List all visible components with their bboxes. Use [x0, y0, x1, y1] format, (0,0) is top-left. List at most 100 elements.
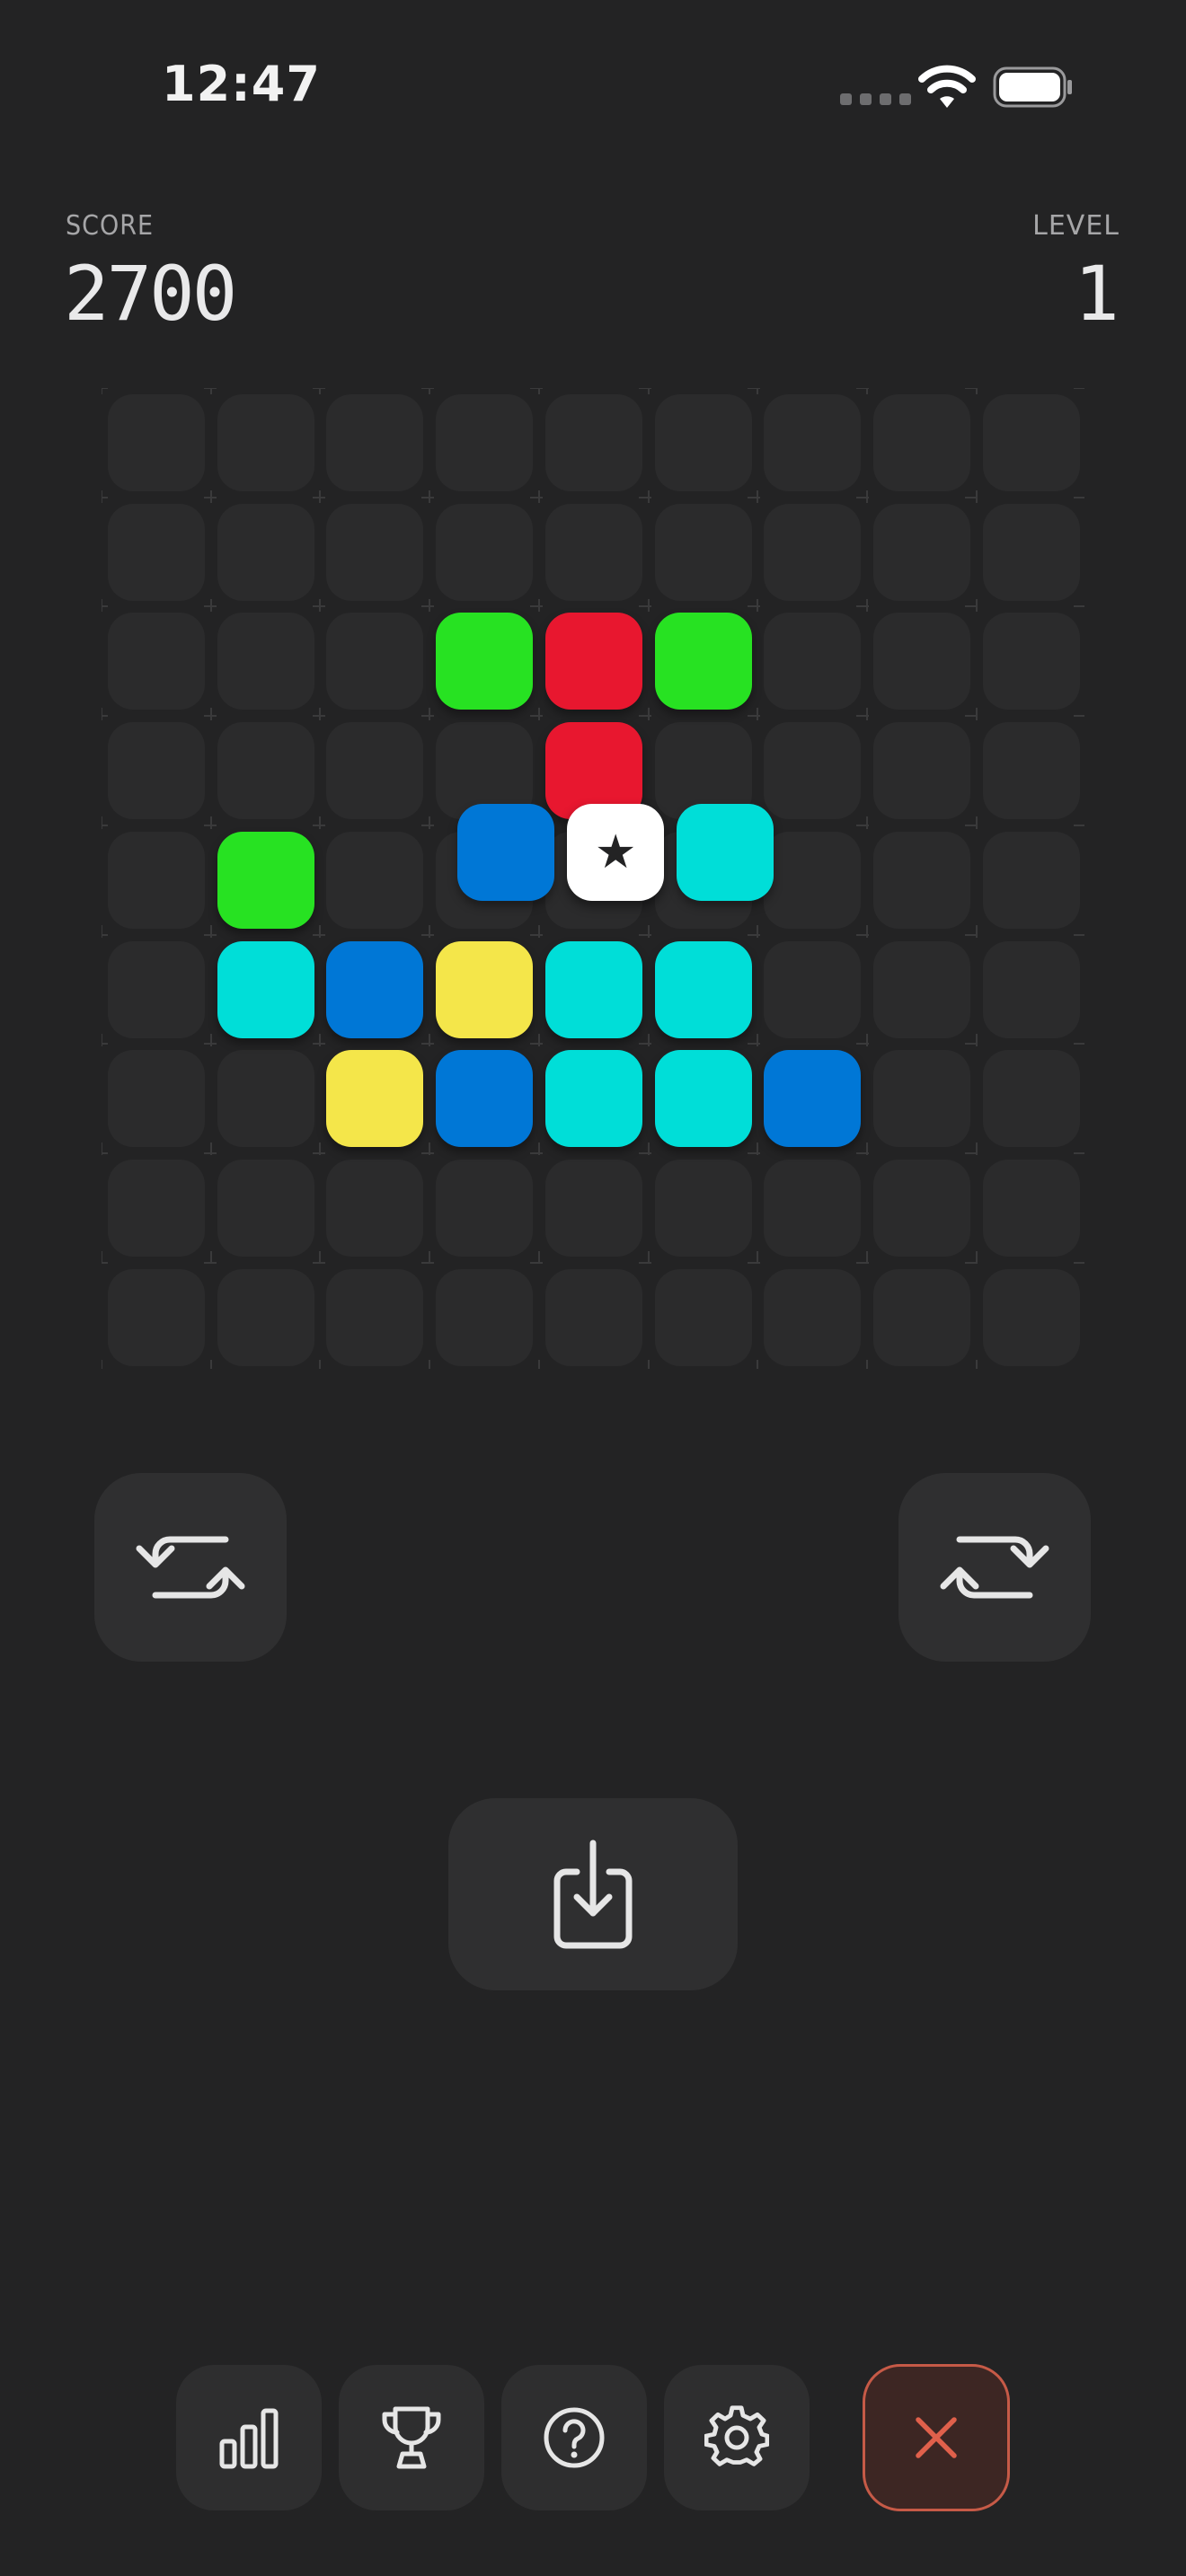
status-bar: 12:47 — [0, 0, 1186, 171]
stats-button[interactable] — [176, 2365, 322, 2510]
tile-blue — [326, 940, 424, 1038]
tile-yellow — [326, 1050, 424, 1148]
board-cell — [326, 613, 424, 710]
board-cell — [872, 503, 970, 601]
board-cell — [217, 503, 314, 601]
board-cell — [764, 613, 862, 710]
gear-icon — [704, 2405, 769, 2466]
tile-blue — [764, 1050, 862, 1148]
tile-blue — [436, 1050, 534, 1148]
board-cell — [982, 831, 1080, 929]
rotate-counterclockwise-icon — [136, 1536, 245, 1599]
board-cell — [872, 722, 970, 820]
board-cell — [108, 940, 205, 1038]
star-tile: ★ — [567, 804, 665, 902]
tile-cyan — [544, 940, 642, 1038]
board-cell — [764, 1268, 862, 1366]
board-cell — [872, 394, 970, 491]
game-board[interactable]: ★ — [102, 388, 1084, 1369]
leaderboard-button[interactable] — [339, 2365, 484, 2510]
board-cell — [108, 722, 205, 820]
tile-green — [436, 613, 534, 710]
star-icon: ★ — [594, 825, 637, 880]
board-cell — [108, 1268, 205, 1366]
tile-green — [654, 613, 752, 710]
board-cell — [982, 613, 1080, 710]
board-cell — [436, 1268, 534, 1366]
board-cell — [217, 613, 314, 710]
rotate-right-button[interactable] — [898, 1473, 1091, 1662]
board-cell — [217, 1159, 314, 1257]
board-cell — [982, 394, 1080, 491]
board-cell — [982, 1159, 1080, 1257]
board-cell — [764, 940, 862, 1038]
board-cell — [544, 1268, 642, 1366]
board-cell — [544, 1159, 642, 1257]
board-cell — [108, 503, 205, 601]
board-cell — [544, 503, 642, 601]
board-cell — [326, 394, 424, 491]
falling-tile-blue — [457, 804, 555, 902]
rotate-left-button[interactable] — [94, 1473, 287, 1662]
board-cell — [217, 394, 314, 491]
wifi-icon — [918, 65, 976, 108]
close-button[interactable] — [863, 2364, 1010, 2511]
board-cell — [436, 394, 534, 491]
score-value: 2700 — [64, 250, 237, 338]
board-cell — [108, 831, 205, 929]
board-cell — [217, 722, 314, 820]
tile-cyan — [654, 1050, 752, 1148]
board-cell — [108, 1159, 205, 1257]
tile-yellow — [436, 940, 534, 1038]
board-cell — [108, 613, 205, 710]
board-cell — [764, 394, 862, 491]
board-cell — [326, 722, 424, 820]
board-cell — [982, 1268, 1080, 1366]
board-cell — [764, 722, 862, 820]
board-cell — [108, 394, 205, 491]
board-cell — [982, 503, 1080, 601]
board-cell — [217, 1268, 314, 1366]
close-icon — [916, 2417, 957, 2458]
board-cell — [654, 1268, 752, 1366]
board-cell — [982, 1050, 1080, 1148]
tile-cyan — [544, 1050, 642, 1148]
help-icon — [544, 2407, 605, 2468]
tile-cyan — [217, 940, 314, 1038]
board-cell — [326, 831, 424, 929]
board-cell — [326, 503, 424, 601]
board-cell — [982, 722, 1080, 820]
drop-down-icon — [553, 1839, 633, 1949]
board-cell — [872, 831, 970, 929]
board-cell — [654, 503, 752, 601]
board-cell — [108, 1050, 205, 1148]
status-time: 12:47 — [162, 56, 321, 112]
rotate-clockwise-icon — [940, 1536, 1049, 1599]
board-cell — [436, 1159, 534, 1257]
help-button[interactable] — [501, 2365, 647, 2510]
board-cell — [654, 1159, 752, 1257]
score-label: SCORE — [66, 210, 155, 242]
board-cell — [872, 940, 970, 1038]
falling-tile-cyan — [676, 804, 774, 902]
board-cell — [872, 1050, 970, 1148]
tile-green — [217, 831, 314, 929]
board-cell — [872, 613, 970, 710]
tile-red — [544, 613, 642, 710]
trophy-icon — [382, 2406, 441, 2469]
board-cell — [982, 940, 1080, 1038]
board-cell — [544, 394, 642, 491]
board-cell — [872, 1268, 970, 1366]
board-cell — [764, 831, 862, 929]
drop-button[interactable] — [448, 1798, 738, 1990]
stats-icon — [219, 2408, 279, 2469]
tile-cyan — [654, 940, 752, 1038]
board-cell — [326, 1268, 424, 1366]
level-label: LEVEL — [1032, 210, 1120, 242]
battery-icon — [993, 66, 1072, 108]
board-cell — [217, 1050, 314, 1148]
board-cell — [326, 1159, 424, 1257]
settings-button[interactable] — [664, 2365, 810, 2510]
board-cell — [654, 394, 752, 491]
board-cell — [872, 1159, 970, 1257]
